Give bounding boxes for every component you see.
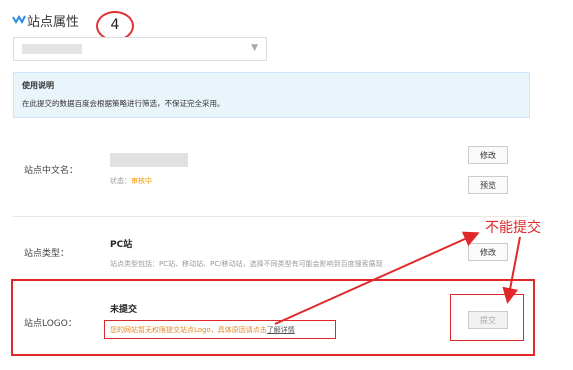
annotation-arrows <box>274 231 521 325</box>
arrow-to-submit <box>502 236 521 304</box>
arrow-to-note <box>274 231 480 325</box>
